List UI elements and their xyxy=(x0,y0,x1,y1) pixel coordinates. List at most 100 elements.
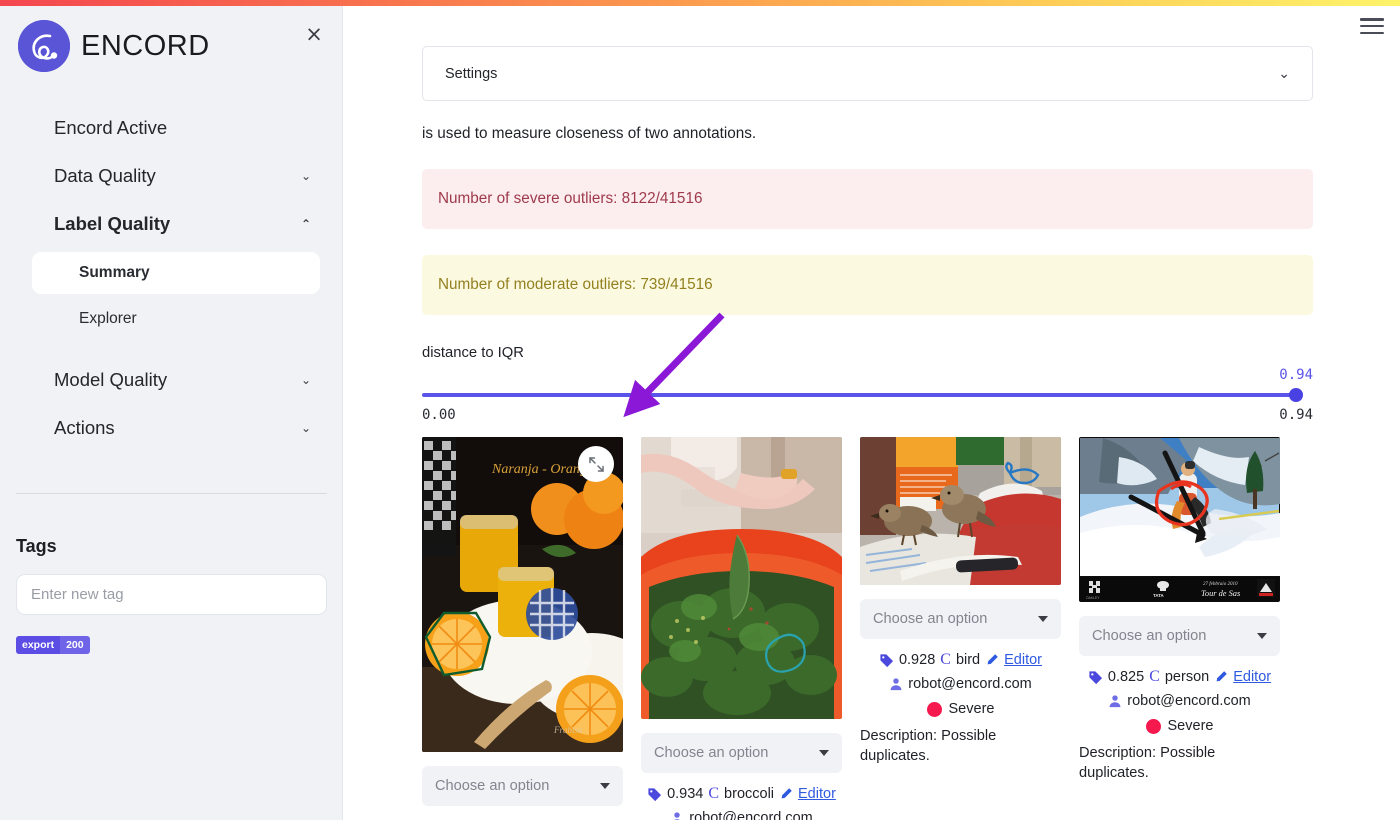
brand-name: ENCORD xyxy=(81,29,210,62)
sidebar-item-label: Model Quality xyxy=(54,369,168,390)
sidebar-item-label: Encord Active xyxy=(54,117,168,138)
chevron-down-icon: ⌄ xyxy=(1278,65,1290,82)
card-score: 0.825 xyxy=(1107,669,1145,685)
slider-thumb[interactable] xyxy=(1289,388,1303,402)
select-placeholder: Choose an option xyxy=(435,778,550,794)
result-card: Choose an option 0.928 C bird Editor rob… xyxy=(860,437,1061,766)
hamburger-line xyxy=(1360,24,1384,28)
person-icon xyxy=(670,811,684,820)
sidebar-nav: Encord Active Data Quality ⌄ Label Quali… xyxy=(0,104,343,452)
hamburger-line xyxy=(1360,18,1384,21)
chevron-down-icon: ⌄ xyxy=(300,421,311,435)
export-badge-label: export xyxy=(16,636,61,654)
slider-min-label: 0.00 xyxy=(422,407,456,423)
person-icon xyxy=(889,677,903,691)
sidebar-item-summary[interactable]: Summary xyxy=(32,252,320,294)
class-icon: C xyxy=(940,651,951,668)
severity-badge: Severe xyxy=(1079,718,1280,734)
label-select[interactable]: Choose an option xyxy=(1079,616,1280,656)
class-icon: C xyxy=(708,785,720,802)
intro-text: is used to measure closeness of two anno… xyxy=(422,125,757,142)
card-email: robot@encord.com xyxy=(689,810,813,820)
editor-link[interactable]: Editor xyxy=(1233,669,1271,685)
svg-text:OAKLEY: OAKLEY xyxy=(1086,596,1100,600)
svg-text:Tour de Sas: Tour de Sas xyxy=(1201,589,1240,598)
editor-link[interactable]: Editor xyxy=(798,786,836,802)
card-score: 0.928 xyxy=(898,652,936,668)
sidebar-item-encord-active[interactable]: Encord Active xyxy=(0,104,343,152)
hamburger-line xyxy=(1360,31,1384,34)
sidebar-item-explorer[interactable]: Explorer xyxy=(32,298,320,340)
settings-accordion[interactable]: Settings ⌄ xyxy=(422,46,1313,101)
distance-to-iqr-slider[interactable]: 0.94 0.00 0.94 xyxy=(422,367,1313,427)
card-class-label: bird xyxy=(955,652,981,668)
editor-link[interactable]: Editor xyxy=(1004,652,1042,668)
main-content: Settings ⌄ is used to measure closeness … xyxy=(344,6,1400,820)
new-tag-input[interactable] xyxy=(16,574,327,615)
tags-heading: Tags xyxy=(16,536,57,556)
result-card: OAKLEY TATA 27 febbraio 2010 Tour de Sas… xyxy=(1079,437,1280,783)
caret-down-icon xyxy=(600,783,610,789)
select-placeholder: Choose an option xyxy=(873,611,988,627)
card-score: 0.934 xyxy=(667,786,704,802)
card-email-row: robot@encord.com xyxy=(1079,693,1280,709)
card-class-label: person xyxy=(1164,669,1210,685)
card-meta-row: 0.928 C bird Editor xyxy=(860,652,1061,668)
severity-label: Severe xyxy=(948,701,995,717)
person-icon xyxy=(1108,694,1122,708)
label-select[interactable]: Choose an option xyxy=(422,766,623,806)
severity-label: Severe xyxy=(1167,718,1214,734)
sidebar-item-label: Actions xyxy=(54,417,115,438)
sidebar: ENCORD × Encord Active Data Quality ⌄ La… xyxy=(0,6,343,820)
slider-track[interactable] xyxy=(422,393,1297,397)
card-meta-row: 0.934 C broccoli Editor xyxy=(641,786,842,802)
slider-value: 0.94 xyxy=(1279,367,1313,383)
result-thumbnail[interactable] xyxy=(641,437,842,719)
card-class-label: broccoli xyxy=(724,786,775,802)
card-email-row: robot@encord.com xyxy=(641,810,842,820)
settings-label: Settings xyxy=(445,65,498,82)
content-column: Settings ⌄ is used to measure closeness … xyxy=(422,6,1315,820)
close-icon[interactable]: × xyxy=(300,20,328,48)
card-meta-row: 0.825 C person Editor xyxy=(1079,669,1280,685)
severity-badge: Severe xyxy=(860,701,1061,717)
sidebar-subitem-label: Summary xyxy=(79,264,150,281)
export-badge[interactable]: export 200 xyxy=(16,636,90,654)
tag-icon xyxy=(1088,670,1103,685)
sidebar-item-actions[interactable]: Actions ⌄ xyxy=(0,404,343,452)
slider-label: distance to IQR xyxy=(422,345,524,361)
label-select[interactable]: Choose an option xyxy=(860,599,1061,639)
sidebar-item-data-quality[interactable]: Data Quality ⌄ xyxy=(0,152,343,200)
tag-icon xyxy=(647,787,662,802)
severe-outliers-alert: Number of severe outliers: 8122/41516 xyxy=(422,169,1313,229)
class-icon: C xyxy=(1149,668,1160,685)
card-description: Description: Possible duplicates. xyxy=(1079,745,1216,781)
result-thumbnail[interactable] xyxy=(860,437,1061,585)
result-thumbnail[interactable]: Naranja - Orange Frabisa xyxy=(422,437,623,752)
label-select[interactable]: Choose an option xyxy=(641,733,842,773)
sidebar-subitem-label: Explorer xyxy=(79,310,137,327)
card-email: robot@encord.com xyxy=(908,676,1032,692)
slider-max-label: 0.94 xyxy=(1279,407,1313,423)
sidebar-item-label: Data Quality xyxy=(54,165,156,186)
hamburger-menu-icon[interactable] xyxy=(1360,18,1384,34)
chevron-down-icon: ⌄ xyxy=(300,373,311,387)
expand-image-button[interactable] xyxy=(578,446,614,482)
chevron-up-icon: ⌃ xyxy=(300,217,311,231)
results-grid: Naranja - Orange Frabisa Choose an optio… xyxy=(422,437,1313,820)
severity-dot-icon xyxy=(926,701,942,717)
svg-text:Frabisa: Frabisa xyxy=(553,725,583,735)
result-thumbnail[interactable]: OAKLEY TATA 27 febbraio 2010 Tour de Sas… xyxy=(1079,437,1280,602)
encord-logo-icon xyxy=(18,20,70,72)
caret-down-icon xyxy=(819,750,829,756)
sidebar-item-model-quality[interactable]: Model Quality ⌄ xyxy=(0,356,343,404)
svg-text:TATA: TATA xyxy=(1153,593,1165,598)
svg-text:27 febbraio 2010: 27 febbraio 2010 xyxy=(1203,582,1238,587)
pencil-icon xyxy=(1214,670,1228,684)
select-placeholder: Choose an option xyxy=(1092,628,1207,644)
select-placeholder: Choose an option xyxy=(654,745,769,761)
sidebar-item-label-quality[interactable]: Label Quality ⌃ xyxy=(0,200,343,248)
card-description: Description: Possible duplicates. xyxy=(860,728,997,764)
pencil-icon xyxy=(985,653,999,667)
pencil-icon xyxy=(779,787,793,801)
